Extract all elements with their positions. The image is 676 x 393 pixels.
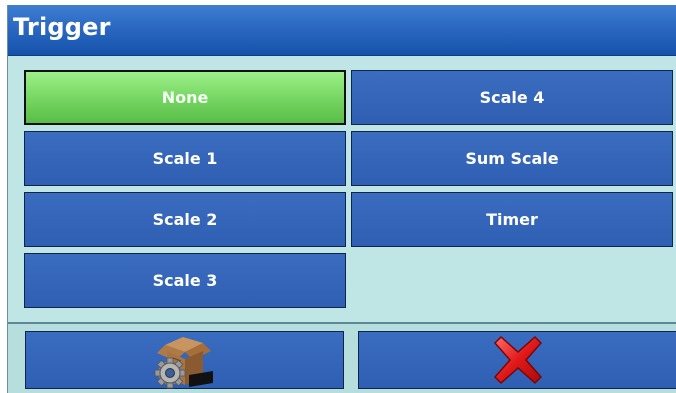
cancel-button[interactable]	[358, 331, 676, 389]
page-title: Trigger	[13, 13, 111, 41]
box-gear-icon	[154, 337, 213, 389]
option-label: Scale 3	[152, 271, 218, 290]
option-timer-button[interactable]: Timer	[351, 192, 673, 247]
option-scale-2-button[interactable]: Scale 2	[24, 192, 346, 247]
option-label: Timer	[486, 210, 538, 229]
option-label: Scale 1	[152, 149, 218, 168]
option-label: Scale 4	[479, 88, 545, 107]
settings-button[interactable]	[25, 331, 344, 389]
option-scale-4-button[interactable]: Scale 4	[351, 70, 673, 125]
option-label: Scale 2	[152, 210, 218, 229]
option-none-button[interactable]: None	[24, 70, 346, 125]
close-icon	[493, 335, 542, 385]
title-bar: Trigger	[8, 5, 676, 56]
option-scale-3-button[interactable]: Scale 3	[24, 253, 346, 308]
option-sum-scale-button[interactable]: Sum Scale	[351, 131, 673, 186]
trigger-screen: Trigger None Scale 1 Scale 2 Scale 3 Sca…	[7, 5, 676, 393]
option-label: Sum Scale	[465, 149, 559, 168]
option-label: None	[161, 88, 209, 107]
option-scale-1-button[interactable]: Scale 1	[24, 131, 346, 186]
